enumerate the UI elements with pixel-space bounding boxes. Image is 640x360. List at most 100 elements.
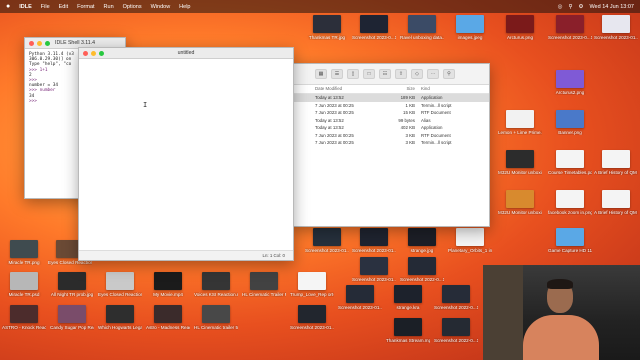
share-icon[interactable]: ⇧ (395, 69, 407, 79)
desktop-icon[interactable]: Arcturus.png (498, 15, 542, 40)
desktop-icon[interactable]: Candy Sugar Pop Reaction.mp4 (50, 305, 94, 330)
file-thumbnail-icon (154, 272, 182, 290)
desktop-icon[interactable]: Screenshot 2022-0...16.28.55 (434, 285, 478, 310)
finder-row[interactable]: 7 Jun 2023 at 00:25 1 KB Termin...ll scrip… (291, 102, 489, 110)
desktop-icon[interactable]: Miracle TR.png (2, 240, 46, 265)
column-view-button[interactable]: ▯ (347, 69, 359, 79)
desktop-icon[interactable]: Planetary_Orbits_1 in_Binary_...last.pdf (448, 228, 492, 253)
desktop-icon[interactable]: Screenshot 2023-01...15.10.49 (594, 15, 638, 40)
desktop-icon[interactable]: Screenshot 2022-0...12.32.46 (434, 318, 478, 343)
apple-menu-icon[interactable]: ● (6, 3, 10, 10)
file-thumbnail-icon (58, 305, 86, 323)
more-icon[interactable]: ⋯ (427, 69, 439, 79)
desktop-icon[interactable]: Arcturus2.png (548, 70, 592, 95)
file-thumbnail-icon (408, 257, 436, 275)
desktop-icon[interactable]: M32U Monitor unboxing_data (498, 150, 542, 175)
desktop-icon[interactable]: My Movie.mp4 (146, 272, 190, 297)
menu-file[interactable]: File (41, 4, 50, 10)
desktop-icon[interactable]: Screenshot 2023-01...13.55.33 (290, 305, 334, 330)
finder-window[interactable]: ▦ ☰ ▯ □ ☷ ⇧ ◇ ⋯ ⚲ Date Modified Size Kin… (290, 63, 490, 227)
desktop-icon[interactable]: Screenshot 2023-01...13.54.43 (352, 257, 396, 282)
gallery-view-button[interactable]: □ (363, 69, 375, 79)
idle-editor-window[interactable]: untitled I Ln: 1 Col: 0 (78, 47, 294, 261)
desktop-icon[interactable]: images.jpeg (448, 15, 492, 40)
desktop-icon[interactable]: Lemon + Lime Prime.data (498, 110, 542, 135)
menu-run[interactable]: Run (104, 4, 114, 10)
zoom-button[interactable] (99, 50, 104, 56)
desktop-icon[interactable]: Screenshot 2023-01...13.54.43 (352, 228, 396, 253)
desktop-icon[interactable]: ASTRO - Knock Reaction 55.jpg (2, 305, 46, 330)
menu-window[interactable]: Window (151, 4, 171, 10)
desktop-icon[interactable]: M32U Monitor unboxing_mp4 (498, 190, 542, 215)
zoom-button[interactable] (45, 40, 50, 46)
control-center-icon[interactable]: ⚙ (579, 4, 584, 10)
desktop-icon[interactable]: Banner.png (548, 110, 592, 135)
editor-text-area[interactable]: I (79, 59, 293, 250)
menu-app-name[interactable]: IDLE (19, 4, 32, 10)
file-thumbnail-icon (106, 305, 134, 323)
menu-help[interactable]: Help (179, 4, 190, 10)
desktop-icon[interactable]: Voices KSI Reaction.mp4 (194, 272, 238, 297)
presenter-hair (547, 279, 573, 289)
desktop-icon[interactable]: HL Cinematic Trailer R...tion.mp4 (242, 272, 286, 297)
desktop-icon[interactable]: Course Timetables.pdf.jpg (548, 150, 592, 175)
minimize-button[interactable] (37, 40, 42, 46)
desktop-icon[interactable]: Ravel unboxing data... (400, 15, 444, 40)
file-thumbnail-icon (360, 15, 388, 33)
desktop-icon[interactable]: strange.jpg (400, 228, 444, 253)
menu-edit[interactable]: Edit (59, 4, 68, 10)
desktop-icon[interactable]: A Brief History of QM 14.audio.wav (594, 150, 638, 175)
search-icon[interactable]: ⚲ (443, 69, 455, 79)
column-size[interactable]: Size (383, 85, 421, 93)
tag-icon[interactable]: ◇ (411, 69, 423, 79)
desktop-icon[interactable]: Thankmas TR.jpg (305, 15, 349, 40)
finder-row[interactable]: 7 Jun 2023 at 00:25 3 KB Termin...ll scrip… (291, 139, 489, 147)
finder-row[interactable]: 7 Jun 2023 at 00:25 3 KB RTF Document (291, 132, 489, 140)
file-thumbnail-icon (313, 15, 341, 33)
menu-format[interactable]: Format (77, 4, 94, 10)
column-kind[interactable]: Kind (421, 85, 475, 93)
desktop-icon[interactable]: Screenshot 2023-0...12.53.58 (352, 15, 396, 40)
close-button[interactable] (83, 50, 88, 56)
finder-row[interactable]: 7 Jun 2023 at 00:25 15 KB RTF Document (291, 109, 489, 117)
editor-titlebar[interactable]: untitled (79, 48, 293, 59)
desktop-icon[interactable]: Screenshot 2023-0...12.12.58.55 (548, 15, 592, 40)
desktop-icon[interactable]: Game Capture HD 11 ...Update (548, 228, 592, 253)
desktop-icon[interactable]: Trump_Love_Rep ort-2.pdf (290, 272, 334, 297)
icon-view-button[interactable]: ▦ (315, 69, 327, 79)
search-icon[interactable]: ⚲ (568, 4, 572, 10)
file-thumbnail-icon (556, 190, 584, 208)
finder-row[interactable]: Today at 13:52 402 KB Application (291, 124, 489, 132)
file-thumbnail-icon (556, 110, 584, 128)
desktop-icon[interactable]: Screenshot 2023-01...14.15.41 (305, 228, 349, 253)
desktop-icon[interactable]: Thankmas Stream.mp4 (386, 318, 430, 343)
finder-row[interactable]: Today at 13:52 189 KB Application (291, 94, 489, 102)
menu-clock[interactable]: Wed 14 Jun 13:07 (589, 4, 634, 10)
desktop-icon[interactable]: strange.kra (386, 285, 430, 310)
desktop-icon[interactable]: Astro - Madness Reaction TR.jpg (146, 305, 190, 330)
file-thumbnail-icon (602, 15, 630, 33)
file-thumbnail-icon (408, 15, 436, 33)
desktop-icon[interactable]: Which Hogwarts Legacy...ward.mp4 (98, 305, 142, 330)
column-date-modified[interactable]: Date Modified (315, 85, 383, 93)
desktop-icon[interactable]: Miracle TR.psd (2, 272, 46, 297)
file-thumbnail-icon (313, 228, 341, 246)
group-button[interactable]: ☷ (379, 69, 391, 79)
file-thumbnail-icon (10, 240, 38, 258)
desktop-icon[interactable]: A Brief History of QM 2Audio.wav (594, 190, 638, 215)
desktop-icon[interactable]: HL Cinematic trailer 53.jpg (194, 305, 238, 330)
wifi-icon[interactable]: ◎ (558, 4, 563, 10)
list-view-button[interactable]: ☰ (331, 69, 343, 79)
desktop-icon[interactable]: Eyes Closed Reaction TR.psd (98, 272, 142, 297)
minimize-button[interactable] (91, 50, 96, 56)
presenter-shirt (523, 315, 599, 360)
finder-row[interactable]: Today at 13:52 99 bytes Alias (291, 117, 489, 125)
close-button[interactable] (29, 40, 34, 46)
desktop-icon[interactable]: Screenshot 2023-01...15.50.23 (338, 285, 382, 310)
file-thumbnail-icon (442, 318, 470, 336)
file-thumbnail-icon (154, 305, 182, 323)
menu-options[interactable]: Options (123, 4, 142, 10)
desktop-icon[interactable]: Screenshot 2022-0...12.31.31 (400, 257, 444, 282)
desktop-icon[interactable]: facebook zoom in.png (548, 190, 592, 215)
desktop-icon[interactable]: All Night TR prob.jpg (50, 272, 94, 297)
